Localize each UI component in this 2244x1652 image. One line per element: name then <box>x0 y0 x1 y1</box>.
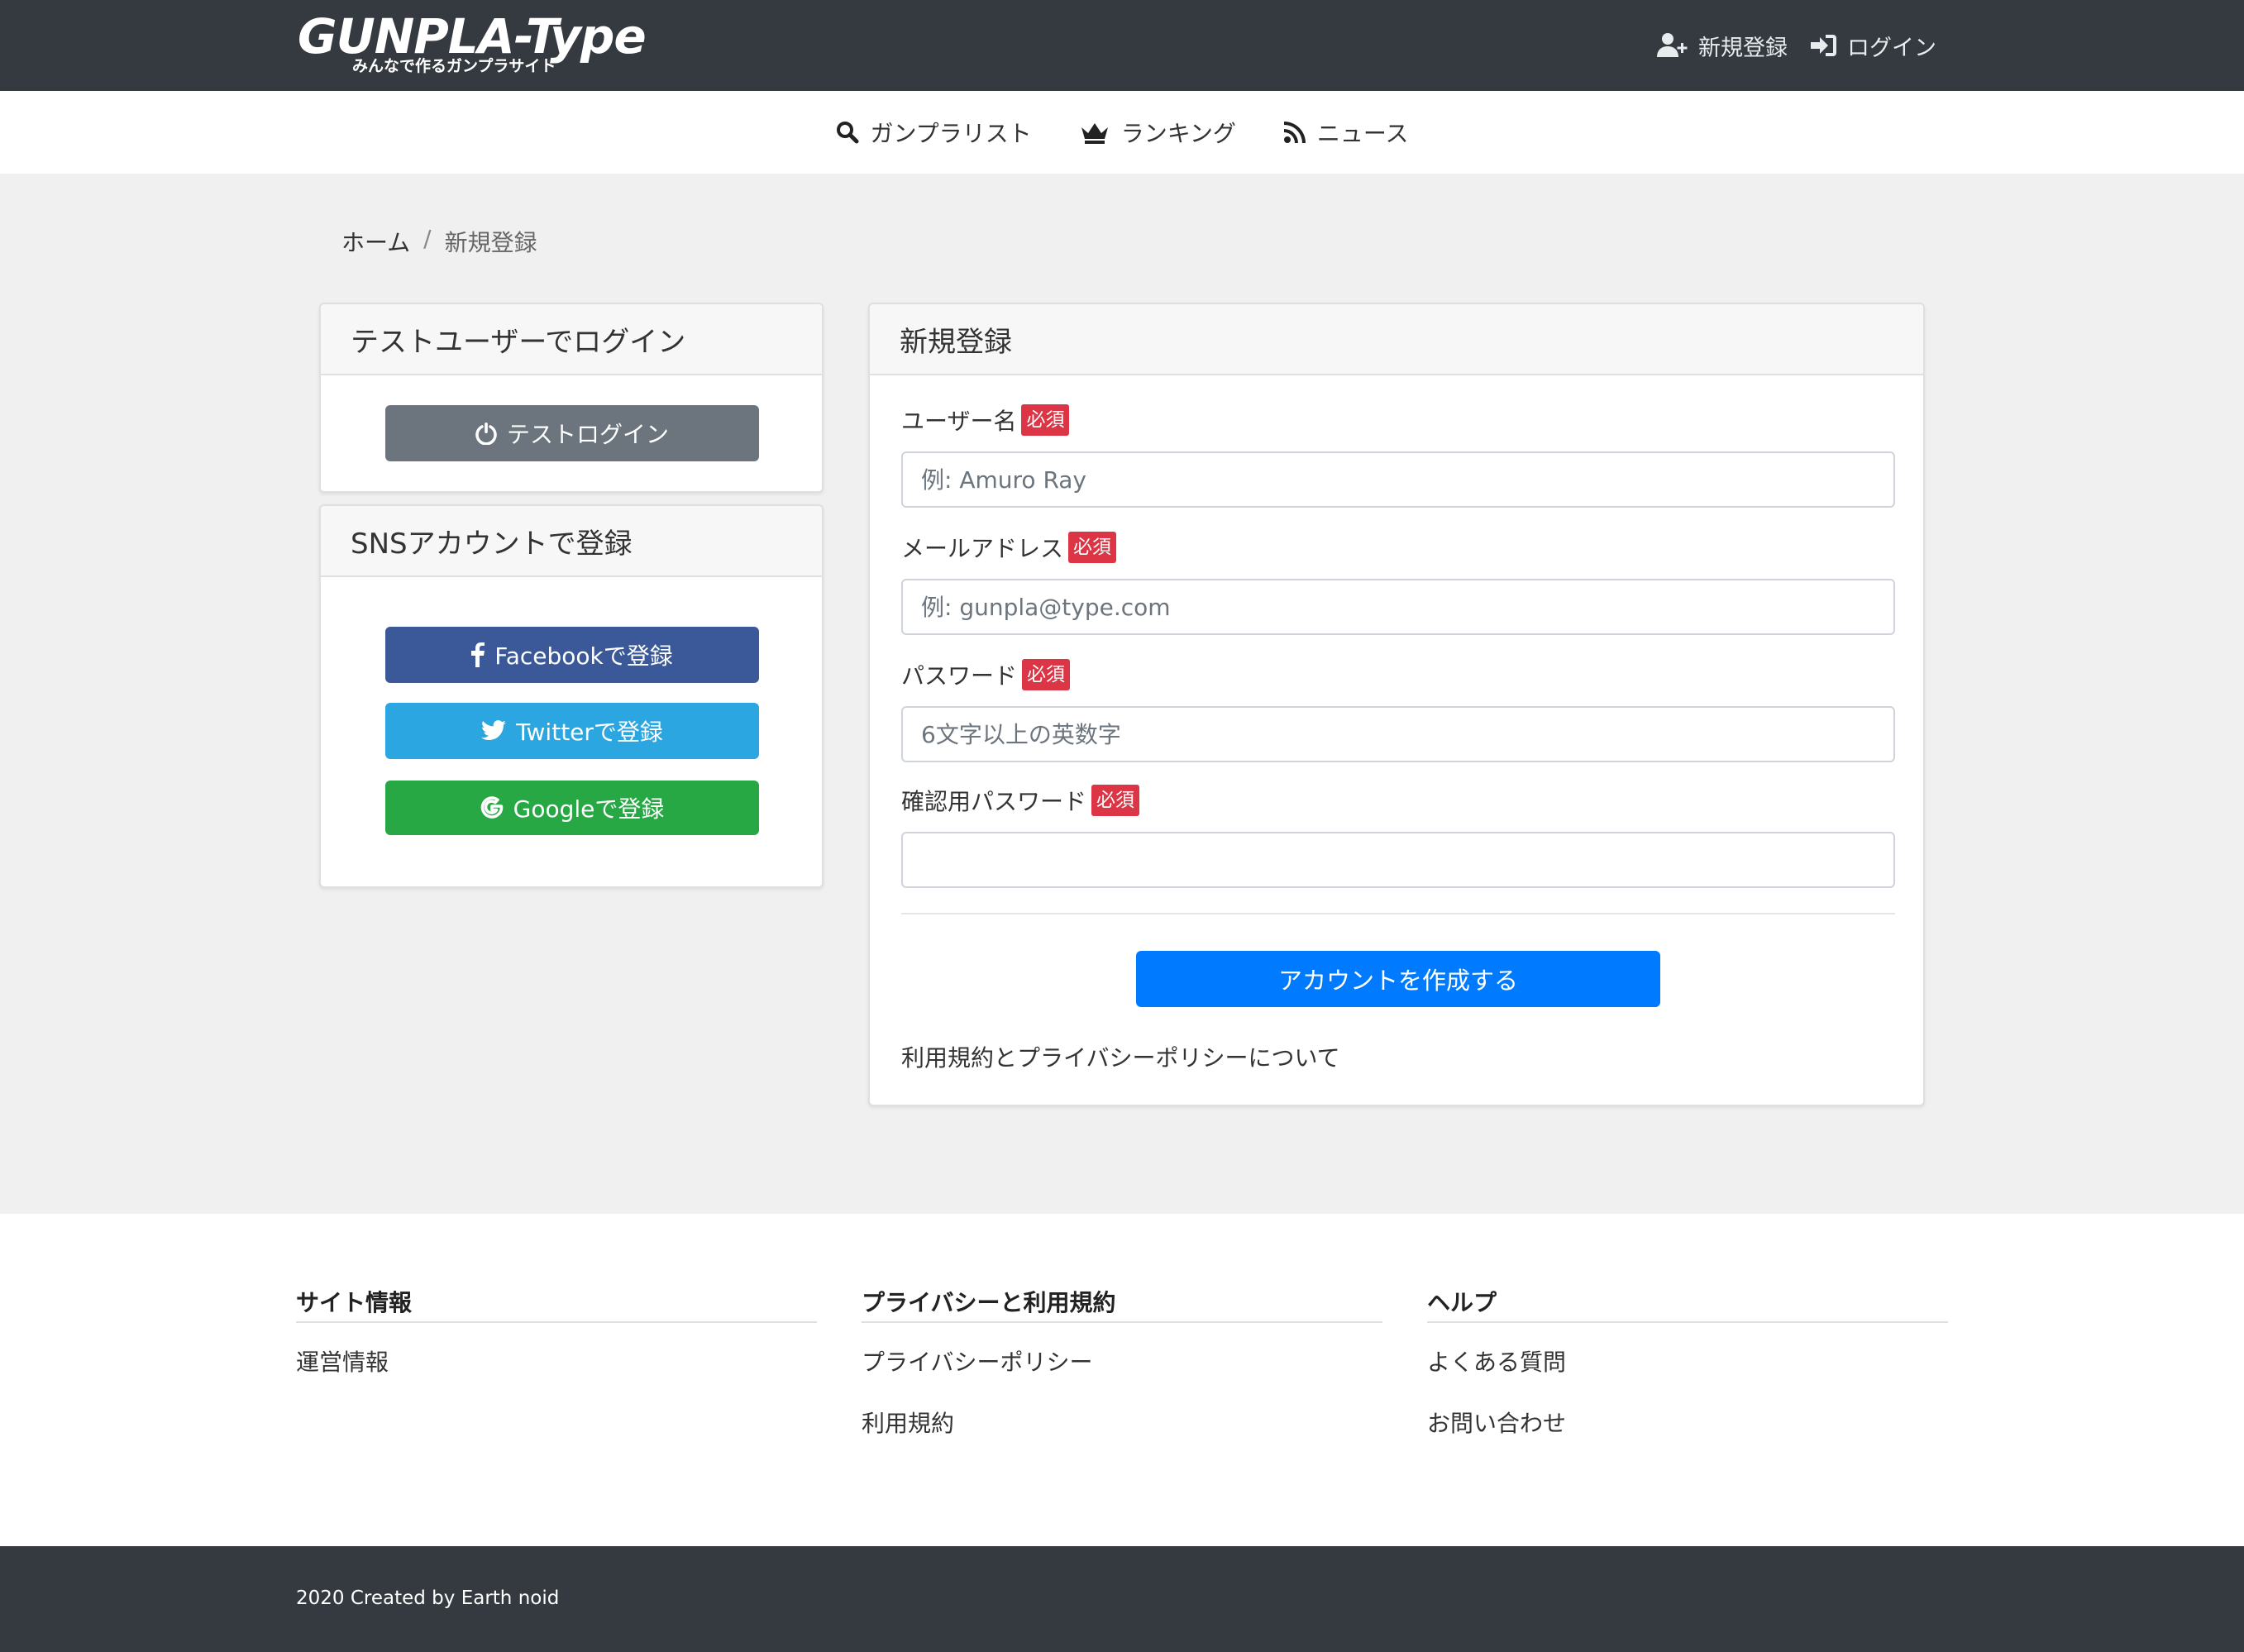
nav-gunpla-list-label: ガンプラリスト <box>870 120 1032 147</box>
username-label: ユーザー名 必須 <box>901 403 1070 437</box>
nav-news-label: ニュース <box>1316 120 1409 147</box>
power-icon <box>475 422 497 445</box>
facebook-register-label: Facebookで登録 <box>494 642 673 670</box>
footer-link-terms[interactable]: 利用規約 <box>862 1406 1382 1439</box>
twitter-icon <box>481 720 507 742</box>
password-label: パスワード 必須 <box>901 658 1071 691</box>
password-label-text: パスワード <box>901 662 1018 690</box>
email-input[interactable] <box>901 579 1895 635</box>
main-nav: ガンプラリスト ランキング ニュース <box>0 91 2244 174</box>
required-badge: 必須 <box>1091 785 1140 816</box>
google-register-label: Googleで登録 <box>513 795 665 823</box>
user-plus-icon <box>1657 32 1688 59</box>
google-icon <box>480 796 504 819</box>
footer-link-contact[interactable]: お問い合わせ <box>1427 1406 1948 1439</box>
required-badge: 必須 <box>1022 659 1071 690</box>
form-divider <box>901 913 1895 914</box>
breadcrumb-home[interactable]: ホーム <box>341 225 410 258</box>
test-login-label: テストログイン <box>506 421 669 448</box>
rss-icon <box>1283 122 1306 143</box>
footer-column-privacy: プライバシーと利用規約 プライバシーポリシー 利用規約 <box>862 1285 1382 1439</box>
copyright: 2020 Created by Earth noid <box>296 1588 560 1609</box>
search-icon <box>836 121 859 144</box>
nav-gunpla-list[interactable]: ガンプラリスト <box>836 116 1032 149</box>
required-badge: 必須 <box>1021 404 1070 436</box>
top-navbar: GUNPLA-Type みんなで作るガンプラサイト 新規登録 ログイン <box>0 0 2244 91</box>
footer-column-title: ヘルプ <box>1427 1285 1948 1323</box>
footer-link-privacy-policy[interactable]: プライバシーポリシー <box>862 1344 1382 1377</box>
username-input[interactable] <box>901 451 1895 508</box>
sns-register-title: SNSアカウントで登録 <box>321 506 822 577</box>
footer-column-help: ヘルプ よくある質問 お問い合わせ <box>1427 1285 1948 1439</box>
nav-ranking[interactable]: ランキング <box>1080 116 1236 149</box>
nav-ranking-label: ランキング <box>1120 120 1236 147</box>
header-login-link[interactable]: ログイン <box>1811 30 1936 62</box>
breadcrumb-current: 新規登録 <box>444 229 537 256</box>
password-confirm-label: 確認用パスワード 必須 <box>901 784 1140 817</box>
twitter-register-button[interactable]: Twitterで登録 <box>385 703 759 759</box>
footer-column-title: プライバシーと利用規約 <box>862 1285 1382 1323</box>
bottom-bar: 2020 Created by Earth noid <box>0 1546 2244 1652</box>
crown-icon <box>1080 121 1110 144</box>
register-card: 新規登録 ユーザー名 必須 メールアドレス 必須 パスワード 必須 確認用パスワ… <box>868 303 1925 1106</box>
footer-link-about[interactable]: 運営情報 <box>296 1344 817 1377</box>
facebook-register-button[interactable]: Facebookで登録 <box>385 627 759 683</box>
site-logo[interactable]: GUNPLA-Type みんなで作るガンプラサイト <box>298 7 661 83</box>
email-label: メールアドレス 必須 <box>901 531 1117 564</box>
logo-subtitle: みんなで作るガンプラサイト <box>352 57 556 75</box>
test-login-button[interactable]: テストログイン <box>385 405 759 461</box>
register-title: 新規登録 <box>870 304 1923 375</box>
test-login-card: テストユーザーでログイン テストログイン <box>319 303 824 493</box>
terms-link[interactable]: 利用規約とプライバシーポリシーについて <box>901 1040 1340 1073</box>
footer-link-faq[interactable]: よくある質問 <box>1427 1344 1948 1377</box>
nav-news[interactable]: ニュース <box>1283 116 1409 149</box>
header-actions: 新規登録 ログイン <box>1657 25 1936 66</box>
header-register-label: 新規登録 <box>1698 35 1788 61</box>
password-confirm-label-text: 確認用パスワード <box>901 788 1087 815</box>
sign-in-icon <box>1811 33 1837 58</box>
twitter-register-label: Twitterで登録 <box>516 719 663 746</box>
header-register-link[interactable]: 新規登録 <box>1657 30 1788 62</box>
email-label-text: メールアドレス <box>901 535 1064 562</box>
create-account-button[interactable]: アカウントを作成する <box>1136 951 1660 1007</box>
breadcrumb-separator: / <box>423 225 432 252</box>
footer: サイト情報 運営情報 プライバシーと利用規約 プライバシーポリシー 利用規約 ヘ… <box>0 1214 2244 1546</box>
password-confirm-input[interactable] <box>901 832 1895 888</box>
google-register-button[interactable]: Googleで登録 <box>385 781 759 835</box>
header-login-label: ログイン <box>1847 35 1936 61</box>
password-input[interactable] <box>901 706 1895 762</box>
required-badge: 必須 <box>1068 532 1117 563</box>
test-login-title: テストユーザーでログイン <box>321 304 822 375</box>
facebook-icon <box>471 642 485 667</box>
footer-column-title: サイト情報 <box>296 1285 817 1323</box>
footer-column-site-info: サイト情報 運営情報 <box>296 1285 817 1377</box>
breadcrumb: ホーム / 新規登録 <box>341 225 537 258</box>
sns-register-card: SNSアカウントで登録 Facebookで登録 Twitterで登録 Googl… <box>319 504 824 888</box>
username-label-text: ユーザー名 <box>901 408 1017 435</box>
